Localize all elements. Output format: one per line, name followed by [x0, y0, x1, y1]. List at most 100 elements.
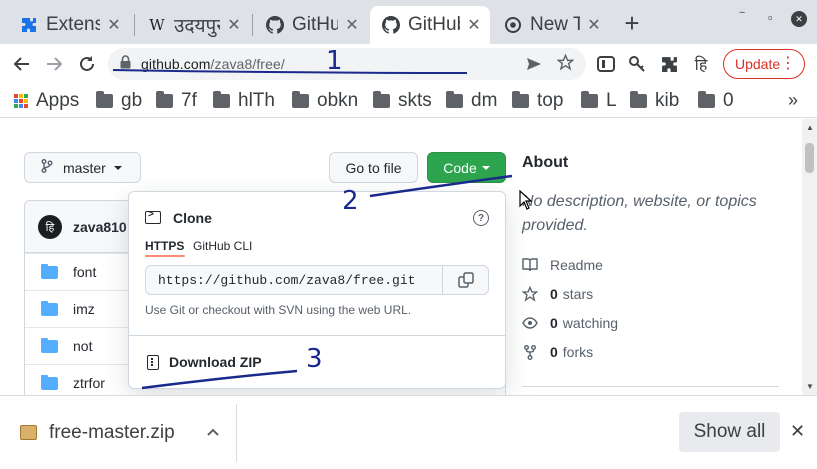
commit-author[interactable]: zava810	[73, 219, 127, 235]
chevron-up-icon[interactable]	[206, 425, 220, 439]
bookmarks-bar: Apps gb 7f hlTh obkn skts dm top L kib 0…	[0, 84, 817, 118]
bookmarks-overflow-button[interactable]: »	[788, 90, 798, 111]
zip-archive-icon	[20, 425, 37, 440]
stars-count: 0	[550, 286, 558, 302]
readme-link[interactable]: Readme	[522, 255, 603, 275]
bookmark-folder[interactable]: dm	[446, 90, 497, 112]
tab-github-cli[interactable]: GitHub CLI	[193, 239, 252, 253]
forks-link[interactable]: 0 forks	[522, 342, 593, 362]
bookmark-folder[interactable]: L	[581, 90, 617, 112]
send-icon[interactable]	[526, 56, 542, 77]
show-all-button[interactable]: Show all	[679, 412, 780, 452]
bookmark-folder[interactable]: skts	[373, 90, 432, 112]
forward-arrow-icon	[47, 57, 63, 71]
url-path: /zava8/free/	[210, 56, 285, 72]
tab-separator	[134, 14, 135, 36]
maximize-icon[interactable]: ▫	[768, 10, 773, 25]
bookmark-apps[interactable]: Apps	[14, 90, 79, 112]
forward-button[interactable]	[42, 52, 66, 76]
close-icon[interactable]: ✕	[226, 15, 242, 35]
folder-icon	[41, 301, 58, 316]
folder-icon	[581, 91, 598, 108]
chevron-down-icon	[481, 165, 490, 170]
update-button[interactable]: Update ⋮	[723, 49, 805, 79]
file-name[interactable]: font	[73, 264, 96, 280]
clone-url-field[interactable]: https://github.com/zava8/free.git	[145, 265, 489, 295]
folder-icon	[156, 91, 173, 108]
bookmark-folder[interactable]: 0	[698, 90, 734, 112]
window-close-icon[interactable]: ✕	[791, 11, 807, 27]
scrollbar[interactable]: ▲ ▼	[802, 119, 817, 395]
github-repo-page: master Go to file Code हि zava810 font i…	[0, 119, 817, 395]
bookmark-folder[interactable]: 7f	[156, 90, 197, 112]
help-icon[interactable]: ?	[473, 210, 489, 226]
reload-button[interactable]	[75, 52, 99, 76]
book-icon	[522, 257, 538, 273]
tab-title: GitHub	[292, 14, 338, 35]
tab-title: New Tab	[530, 14, 580, 35]
bookmark-label: top	[537, 90, 564, 111]
bookmark-folder[interactable]: kib	[630, 90, 679, 112]
scroll-up-icon[interactable]: ▲	[806, 123, 814, 132]
code-button[interactable]: Code	[427, 152, 506, 183]
active-tab-indicator	[145, 255, 185, 257]
new-tab-button[interactable]: +	[620, 10, 644, 36]
bookmark-folder[interactable]: top	[512, 90, 563, 112]
tab-new-tab[interactable]: New Tab ✕	[492, 6, 610, 44]
lock-icon	[120, 54, 131, 74]
back-button[interactable]	[10, 52, 34, 76]
mouse-cursor-icon	[519, 189, 533, 215]
eye-icon	[522, 315, 538, 331]
copy-button[interactable]	[442, 265, 488, 295]
star-icon[interactable]	[556, 53, 575, 76]
download-zip-button[interactable]: Download ZIP	[169, 354, 262, 370]
extensions-puzzle-icon[interactable]	[659, 54, 679, 74]
bookmark-folder[interactable]: obkn	[292, 90, 358, 112]
tab-wikipedia[interactable]: W उदयपुर ✕	[136, 6, 250, 44]
watching-label: watching	[562, 315, 619, 331]
url-text: github.com/zava8/free/	[141, 56, 285, 72]
pocket-icon[interactable]	[596, 54, 616, 74]
close-icon[interactable]: ✕	[586, 15, 602, 35]
divider	[236, 404, 237, 462]
tab-extensions[interactable]: Extens ✕	[8, 6, 130, 44]
address-bar[interactable]: github.com/zava8/free/	[108, 48, 586, 80]
bookmark-label: kib	[655, 90, 680, 111]
tab-github-active[interactable]: GitHub ✕	[370, 6, 490, 44]
file-name[interactable]: ztrfor	[73, 375, 105, 391]
stars-link[interactable]: 0 stars	[522, 284, 593, 304]
scroll-down-icon[interactable]: ▼	[806, 382, 814, 391]
close-icon[interactable]: ✕	[344, 15, 360, 35]
scroll-thumb[interactable]	[805, 143, 814, 173]
github-icon	[266, 16, 284, 34]
file-name[interactable]: imz	[73, 301, 95, 317]
clone-url[interactable]: https://github.com/zava8/free.git	[158, 273, 415, 288]
avatar[interactable]: हि	[38, 215, 62, 239]
bookmark-label: dm	[471, 90, 498, 111]
download-item[interactable]: free-master.zip	[49, 422, 175, 444]
tab-https[interactable]: HTTPS	[145, 239, 184, 253]
watching-link[interactable]: 0 watching	[522, 313, 618, 333]
file-name[interactable]: not	[73, 338, 92, 354]
chrome-icon	[504, 16, 522, 34]
folder-icon	[512, 91, 529, 108]
go-to-file-button[interactable]: Go to file	[329, 152, 418, 183]
close-icon[interactable]: ✕	[106, 15, 122, 35]
hindi-extension-icon[interactable]: हि	[691, 54, 711, 74]
wikipedia-icon: W	[149, 16, 165, 34]
branch-select-button[interactable]: master	[24, 152, 141, 183]
kebab-menu-icon[interactable]: ⋮	[780, 55, 796, 73]
folder-icon	[96, 91, 113, 108]
tab-github-1[interactable]: GitHub ✕	[254, 6, 368, 44]
key-search-icon[interactable]	[627, 54, 647, 74]
divider	[129, 335, 505, 336]
close-icon[interactable]: ✕	[466, 15, 482, 35]
close-icon[interactable]: ✕	[790, 421, 805, 442]
minimize-icon[interactable]: ‾	[740, 10, 744, 25]
browser-toolbar: github.com/zava8/free/ हि Update ⋮	[0, 44, 817, 84]
github-icon	[382, 16, 400, 34]
folder-icon	[373, 91, 390, 108]
bookmark-folder[interactable]: gb	[96, 90, 142, 112]
bookmark-folder[interactable]: hlTh	[213, 90, 275, 112]
bookmark-label: skts	[398, 90, 432, 111]
